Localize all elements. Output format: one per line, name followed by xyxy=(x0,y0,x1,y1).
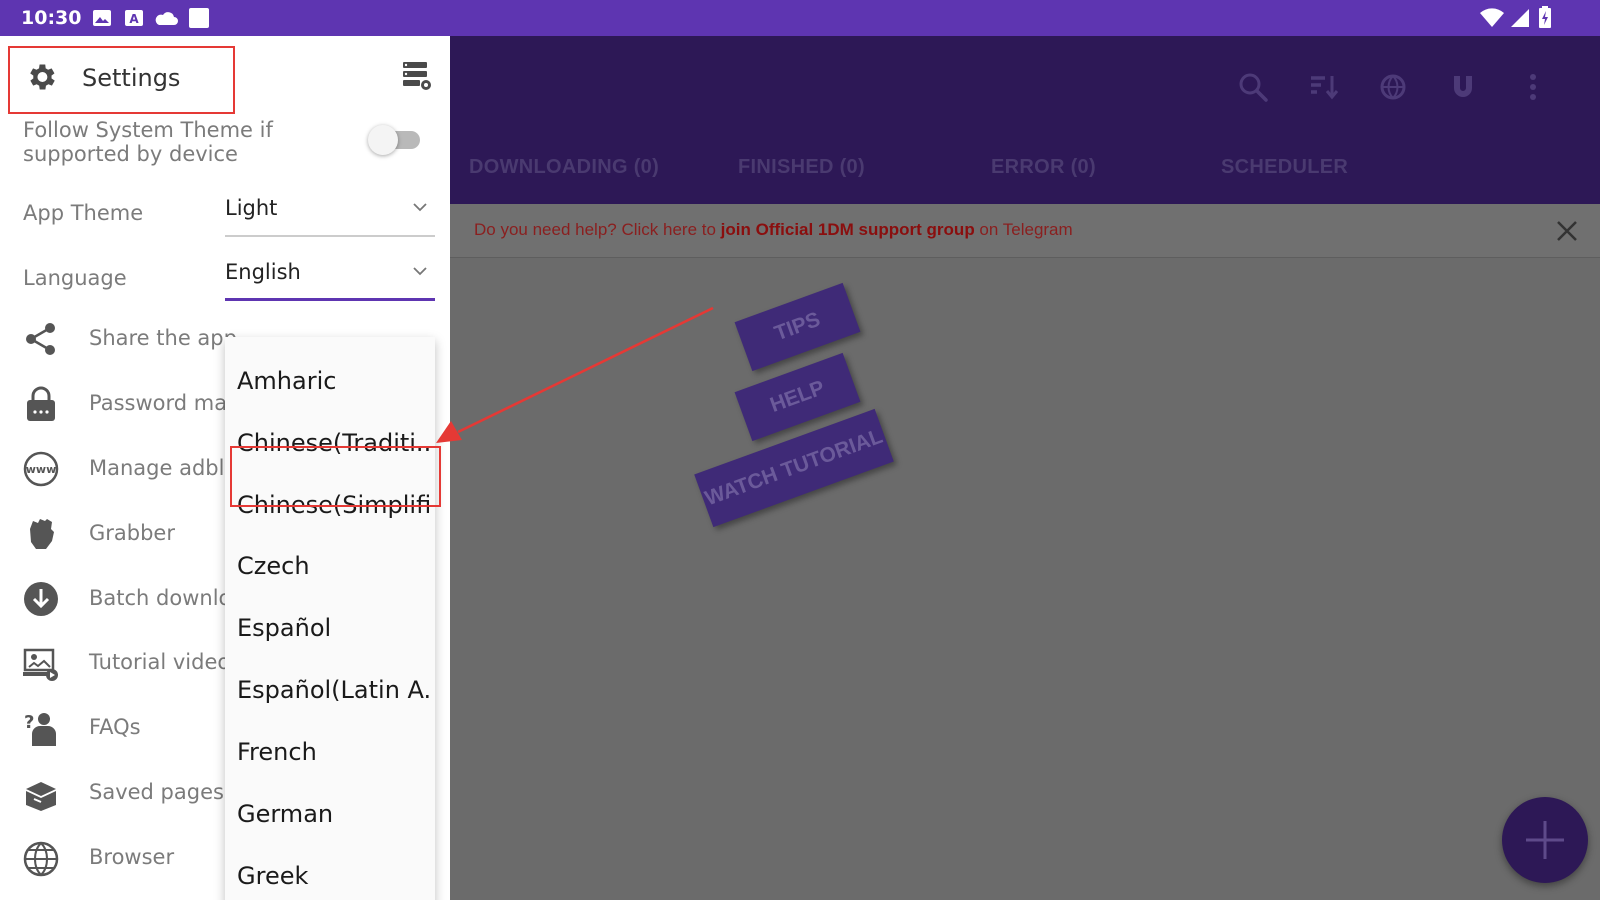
follow-system-theme-label: Follow System Theme if supported by devi… xyxy=(23,118,273,166)
language-label: Language xyxy=(23,266,127,290)
language-option-german[interactable]: German xyxy=(237,800,432,828)
watch-tutorial-card[interactable]: WATCH TUTORIAL xyxy=(694,408,894,528)
magnet-icon[interactable] xyxy=(1446,70,1480,104)
globe-icon xyxy=(23,841,59,877)
language-option-espanol-latin[interactable]: Español(Latin A.. xyxy=(237,676,432,704)
banner-suffix: on Telegram xyxy=(974,220,1073,239)
www-icon: www xyxy=(23,451,59,487)
status-bar: 10:30 A xyxy=(0,0,1600,36)
server-settings-icon[interactable] xyxy=(402,60,432,92)
blank-notification-icon xyxy=(189,8,209,28)
globe-icon[interactable] xyxy=(1376,70,1410,104)
banner-prefix: Do you need help? Click here to xyxy=(474,220,721,239)
chevron-down-icon[interactable] xyxy=(412,266,428,276)
app-theme-label: App Theme xyxy=(23,201,144,225)
language-option-czech[interactable]: Czech xyxy=(237,552,432,580)
menu-item-grabber[interactable]: Grabber xyxy=(89,521,175,545)
settings-highlight-box xyxy=(8,46,235,114)
close-icon[interactable] xyxy=(1552,216,1582,246)
language-option-greek[interactable]: Greek xyxy=(237,862,432,890)
sort-icon[interactable] xyxy=(1306,70,1340,104)
search-icon[interactable] xyxy=(1236,70,1270,104)
cloud-notification-icon xyxy=(155,12,178,25)
help-banner[interactable]: Do you need help? Click here to join Off… xyxy=(450,204,1600,258)
menu-item-password-manager[interactable]: Password man xyxy=(89,391,240,415)
main-content: DOWNLOADING (0) FINISHED (0) ERROR (0) S… xyxy=(450,36,1600,900)
lock-icon xyxy=(27,386,55,421)
tab-scheduler[interactable]: SCHEDULER xyxy=(1221,156,1348,179)
tab-error[interactable]: ERROR (0) xyxy=(991,156,1096,179)
plus-icon xyxy=(1526,821,1564,859)
chinese-simplified-highlight-box xyxy=(230,446,441,507)
menu-item-saved-pages[interactable]: Saved pages xyxy=(89,780,224,804)
svg-text:?: ? xyxy=(24,712,34,733)
wifi-icon xyxy=(1480,8,1504,27)
menu-item-tutorial-video[interactable]: Tutorial video xyxy=(89,650,230,674)
svg-text:www: www xyxy=(26,463,57,476)
svg-text:A: A xyxy=(129,12,139,26)
tab-downloading[interactable]: DOWNLOADING (0) xyxy=(469,156,659,179)
image-notification-icon xyxy=(93,10,111,26)
video-tutorial-icon xyxy=(23,648,58,681)
box-icon xyxy=(26,782,56,811)
app-theme-underline xyxy=(225,235,435,237)
banner-link[interactable]: join Official 1DM support group xyxy=(721,220,975,239)
chevron-down-icon[interactable] xyxy=(412,202,428,212)
signal-icon xyxy=(1511,9,1529,27)
follow-system-theme-toggle[interactable] xyxy=(368,125,398,155)
menu-item-batch-download[interactable]: Batch downloa xyxy=(89,586,244,610)
menu-item-faqs[interactable]: FAQs xyxy=(89,715,141,739)
share-icon xyxy=(26,323,55,355)
app-bar: DOWNLOADING (0) FINISHED (0) ERROR (0) S… xyxy=(450,36,1600,204)
help-banner-text[interactable]: Do you need help? Click here to join Off… xyxy=(474,220,1073,240)
fist-icon xyxy=(30,519,54,549)
language-dropdown: Amharic Chinese(Traditi.. Chinese(Simpli… xyxy=(225,337,435,900)
language-option-amharic[interactable]: Amharic xyxy=(237,367,432,395)
language-option-french[interactable]: French xyxy=(237,738,432,766)
language-underline xyxy=(225,298,435,301)
menu-item-share[interactable]: Share the app xyxy=(89,326,237,350)
language-option-espanol[interactable]: Español xyxy=(237,614,432,642)
question-person-icon: ? xyxy=(24,712,56,746)
download-circle-icon xyxy=(24,582,58,616)
tab-finished[interactable]: FINISHED (0) xyxy=(738,156,865,179)
menu-item-browser[interactable]: Browser xyxy=(89,845,174,869)
text-notification-icon: A xyxy=(125,10,143,26)
status-time: 10:30 xyxy=(21,7,82,29)
battery-icon xyxy=(1539,6,1551,28)
app-theme-select[interactable]: Light xyxy=(225,196,277,220)
overflow-menu-icon[interactable] xyxy=(1516,70,1550,104)
language-select[interactable]: English xyxy=(225,260,301,284)
add-download-fab[interactable] xyxy=(1502,797,1588,883)
